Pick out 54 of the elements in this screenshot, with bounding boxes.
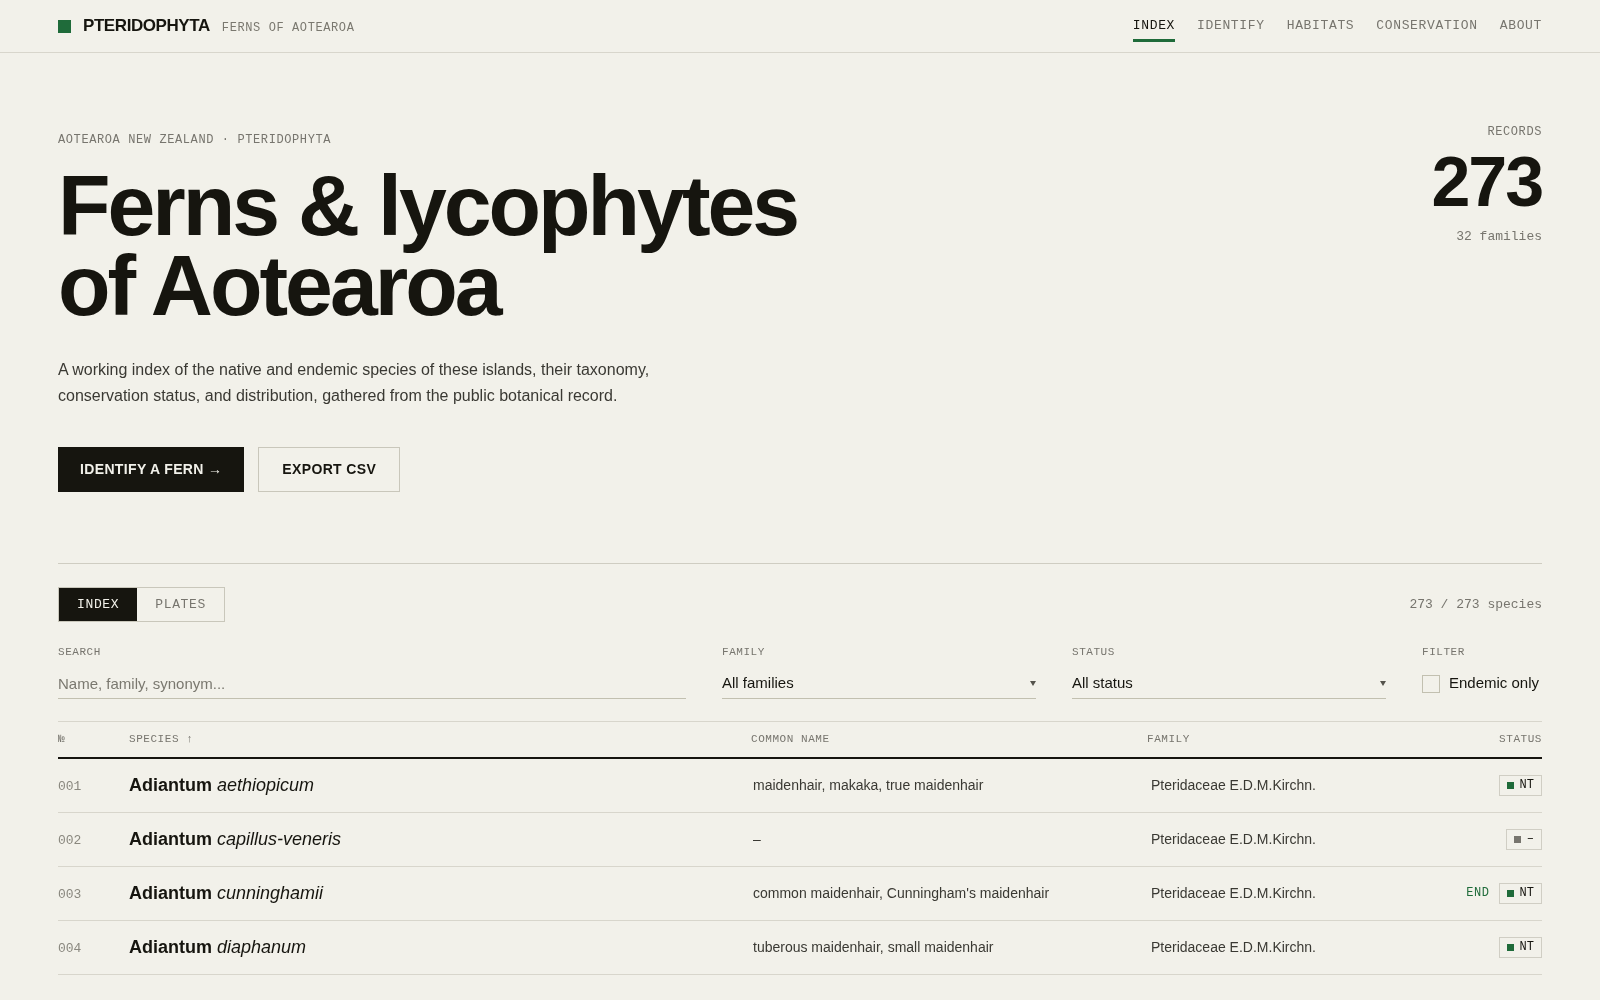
eyebrow-text: AOTEAROA NEW ZEALAND · PTERIDOPHYTA	[58, 132, 333, 149]
family-dropdown[interactable]: All families	[722, 668, 1036, 699]
status-tag: NT	[1498, 882, 1542, 904]
common-name: tuberous maidenhair, small maidenhair	[753, 939, 994, 955]
nav-link[interactable]: CONSERVATION	[1376, 16, 1478, 42]
species-name[interactable]: Adiantum aethiopicum	[129, 774, 315, 795]
row-number: 001	[58, 779, 82, 794]
common-name: common maidenhair, Cunningham's maidenhair	[753, 885, 1050, 901]
hero-description: A working index of the native and endemic species of these islands, their taxonomy, conservation status, and distribution, gathered from the public botanical record.	[58, 360, 651, 406]
row-number: 002	[58, 833, 82, 848]
status-dropdown[interactable]: All status	[1072, 668, 1386, 699]
endemic-tag: END	[1466, 884, 1490, 902]
family-header: FAMILY	[1147, 731, 1191, 747]
common-name: –	[753, 831, 761, 847]
species-name[interactable]: Adiantum diaphanum	[129, 936, 307, 957]
export-button[interactable]: EXPORT CSV	[258, 447, 401, 492]
caret-icon	[1030, 680, 1036, 686]
search-field[interactable]: Name, family, synonym...	[58, 668, 686, 699]
common-name: maidenhair, makaka, true maidenhair	[753, 777, 984, 793]
family-name: Pteridaceae E.D.M.Kirchn.	[1151, 939, 1316, 955]
row-number: 004	[58, 941, 82, 956]
caret-icon	[1380, 680, 1386, 686]
status-tag: NT	[1498, 936, 1542, 958]
species-name[interactable]: Adiantum cunninghamii	[129, 882, 324, 903]
search-label: SEARCH	[58, 645, 102, 660]
families-count: 32 families	[1456, 228, 1542, 246]
records-label: RECORDS	[1487, 124, 1542, 141]
number-header: №	[58, 731, 67, 747]
brand-name[interactable]: PTERIDOPHYTA	[83, 13, 210, 39]
species-header[interactable]: SPECIES ↑	[129, 730, 751, 748]
family-name: Pteridaceae E.D.M.Kirchn.	[1151, 885, 1316, 901]
nav-link[interactable]: HABITATS	[1286, 16, 1355, 42]
endemic-checkbox[interactable]: Endemic only	[1422, 668, 1540, 699]
status-header: STATUS	[1498, 731, 1542, 747]
species-count: 273 / 273 species	[1409, 595, 1542, 614]
nav-link[interactable]: INDEX	[1132, 16, 1176, 42]
nav-link[interactable]: ABOUT	[1499, 16, 1542, 42]
row-number: 003	[58, 887, 82, 902]
species-name[interactable]: Adiantum capillus-veneris	[129, 828, 342, 849]
status-tag: –	[1505, 828, 1542, 850]
status-tag: NT	[1498, 774, 1542, 796]
common-name-header: COMMON NAME	[751, 731, 831, 747]
brand-tagline: FERNS OF AOTEAROA	[221, 19, 355, 37]
nav-link[interactable]: IDENTIFY	[1197, 16, 1265, 42]
filter-label: FILTER	[1422, 645, 1465, 660]
view-tab[interactable]: PLATES	[137, 588, 224, 621]
records-count: 273	[1431, 147, 1542, 217]
status-label: STATUS	[1072, 645, 1116, 660]
family-label: FAMILY	[722, 645, 766, 660]
family-name: Pteridaceae E.D.M.Kirchn.	[1151, 777, 1316, 793]
view-tab[interactable]: INDEX	[59, 588, 138, 621]
family-name: Pteridaceae E.D.M.Kirchn.	[1151, 831, 1316, 847]
logo-icon	[58, 19, 71, 33]
identify-button[interactable]: IDENTIFY A FERN →	[58, 447, 245, 492]
